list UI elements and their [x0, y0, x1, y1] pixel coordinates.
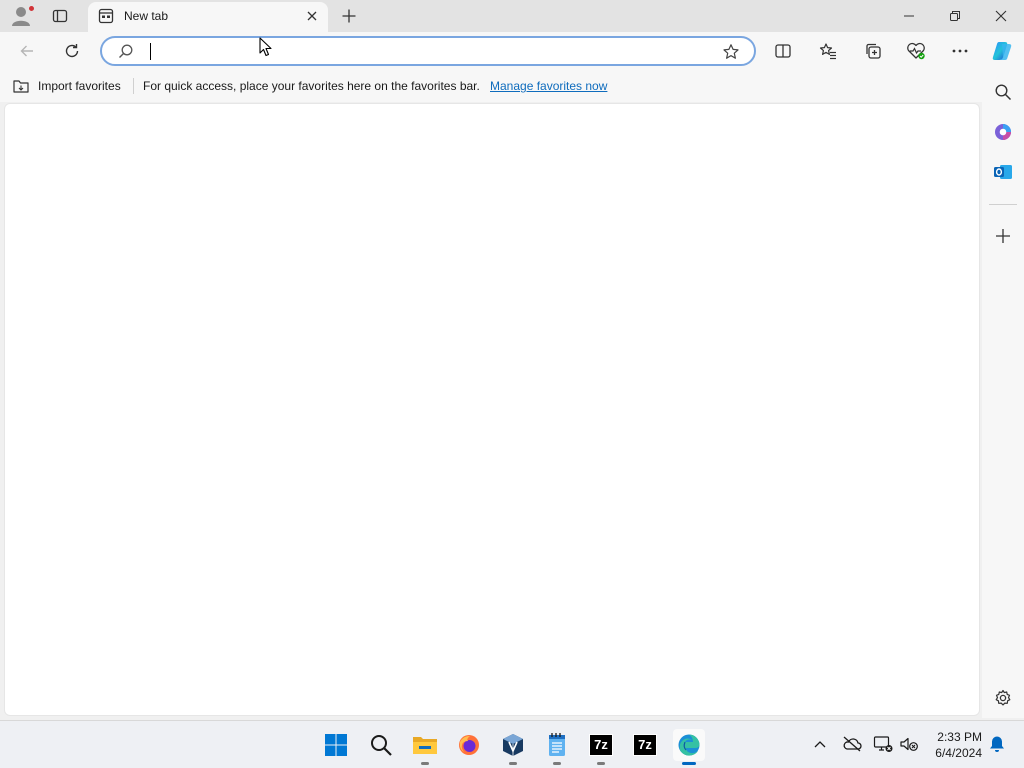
navigation-toolbar: [0, 32, 1024, 70]
more-icon: [952, 49, 968, 53]
7zip-icon: 7z: [589, 734, 613, 756]
virtualbox-icon: [503, 734, 523, 756]
tab-actions-icon: [52, 9, 68, 23]
import-favorites-label: Import favorites: [38, 79, 121, 93]
running-indicator: [421, 762, 429, 765]
tab-title: New tab: [124, 9, 169, 23]
browser-essentials-button[interactable]: [903, 39, 929, 63]
import-favorites-icon: [13, 80, 29, 93]
system-clock[interactable]: 2:33 PM 6/4/2024: [920, 729, 982, 761]
folder-icon: [413, 737, 437, 754]
sidebar-add-button[interactable]: [991, 224, 1015, 248]
refresh-icon: [65, 44, 79, 58]
manage-favorites-link[interactable]: Manage favorites now: [490, 79, 607, 93]
7zip-button-2[interactable]: 7z: [629, 729, 661, 761]
active-indicator: [682, 762, 696, 765]
collections-icon: [866, 43, 881, 59]
minimize-icon: [904, 15, 914, 17]
back-button[interactable]: [14, 39, 40, 63]
favorites-icon: [819, 43, 836, 60]
sidebar-settings-button[interactable]: [991, 686, 1015, 710]
show-hidden-icons-button[interactable]: [809, 733, 831, 755]
notepad-icon: [549, 733, 565, 756]
sidebar-outlook-button[interactable]: [991, 160, 1015, 184]
outlook-icon: [994, 165, 1012, 179]
tab-new-tab[interactable]: New tab: [88, 2, 328, 32]
volume-tray-icon[interactable]: [898, 733, 920, 755]
search-icon: [371, 735, 392, 756]
notepad-button[interactable]: [541, 729, 573, 765]
running-indicator: [553, 762, 561, 765]
collections-button[interactable]: [860, 39, 886, 63]
taskbar: 7z 7z 2:33 PM 6/4/2024: [0, 720, 1024, 768]
edge-icon: [678, 734, 700, 756]
profile-button[interactable]: [10, 5, 35, 27]
windows-logo-icon: [325, 734, 347, 756]
copilot-button[interactable]: [990, 39, 1014, 63]
running-indicator: [597, 762, 605, 765]
file-explorer-button[interactable]: [409, 729, 441, 765]
notification-dot: [28, 5, 35, 12]
restore-icon: [950, 11, 960, 21]
new-tab-page-icon: [98, 8, 114, 24]
7zip-button-1[interactable]: 7z: [585, 729, 617, 765]
page-content: [4, 103, 980, 716]
split-screen-icon: [775, 44, 791, 58]
edge-button[interactable]: [673, 729, 705, 765]
start-button[interactable]: [320, 729, 352, 761]
plus-icon: [342, 9, 356, 23]
favorites-bar: Import favorites For quick access, place…: [0, 70, 982, 102]
title-bar: New tab: [0, 0, 1024, 32]
plus-icon: [996, 229, 1010, 243]
address-input[interactable]: [146, 41, 706, 61]
address-bar[interactable]: [100, 36, 756, 66]
restore-button[interactable]: [932, 0, 978, 32]
new-tab-button[interactable]: [338, 6, 360, 26]
browser-essentials-icon: [907, 42, 925, 60]
clock-time: 2:33 PM: [937, 730, 982, 744]
speaker-muted-icon: [900, 737, 918, 751]
close-window-icon: [995, 10, 1007, 22]
cloud-offline-icon: [843, 736, 862, 752]
7zip-icon: 7z: [633, 734, 657, 756]
close-window-button[interactable]: [978, 0, 1024, 32]
clock-date: 6/4/2024: [935, 746, 982, 760]
onedrive-tray-icon[interactable]: [841, 733, 863, 755]
running-indicator: [509, 762, 517, 765]
arrow-left-icon: [20, 45, 33, 57]
star-icon: [723, 44, 739, 59]
import-favorites-button[interactable]: Import favorites: [12, 78, 121, 94]
text-caret: [150, 43, 151, 60]
network-tray-icon[interactable]: [872, 733, 894, 755]
mouse-cursor-icon: [259, 37, 272, 57]
favorites-bar-message: For quick access, place your favorites h…: [143, 79, 480, 93]
search-icon: [118, 43, 134, 64]
sidebar-search-button[interactable]: [991, 80, 1015, 104]
favorites-bar-divider: [133, 78, 134, 94]
tab-actions-button[interactable]: [48, 6, 72, 26]
favorites-button[interactable]: [815, 39, 841, 63]
notifications-button[interactable]: [986, 733, 1008, 755]
chevron-up-icon: [814, 741, 826, 748]
close-tab-button[interactable]: [304, 8, 320, 24]
network-disconnected-icon: [873, 736, 893, 752]
sidebar-m365-button[interactable]: [991, 120, 1015, 144]
firefox-icon: [459, 735, 479, 755]
gear-icon: [995, 689, 1011, 706]
firefox-button[interactable]: [453, 729, 485, 761]
close-icon: [307, 11, 317, 21]
taskbar-search-button[interactable]: [365, 729, 397, 761]
add-favorite-button[interactable]: [722, 43, 740, 66]
copilot-icon: [992, 42, 1012, 60]
split-screen-button[interactable]: [770, 39, 796, 63]
search-icon: [995, 84, 1012, 101]
bell-icon: [990, 736, 1004, 752]
edge-sidebar: [982, 70, 1024, 718]
more-button[interactable]: [947, 39, 973, 63]
refresh-button[interactable]: [59, 39, 85, 63]
minimize-button[interactable]: [886, 0, 932, 32]
virtualbox-button[interactable]: [497, 729, 529, 765]
microsoft-365-icon: [995, 124, 1011, 140]
sidebar-divider: [989, 204, 1017, 205]
